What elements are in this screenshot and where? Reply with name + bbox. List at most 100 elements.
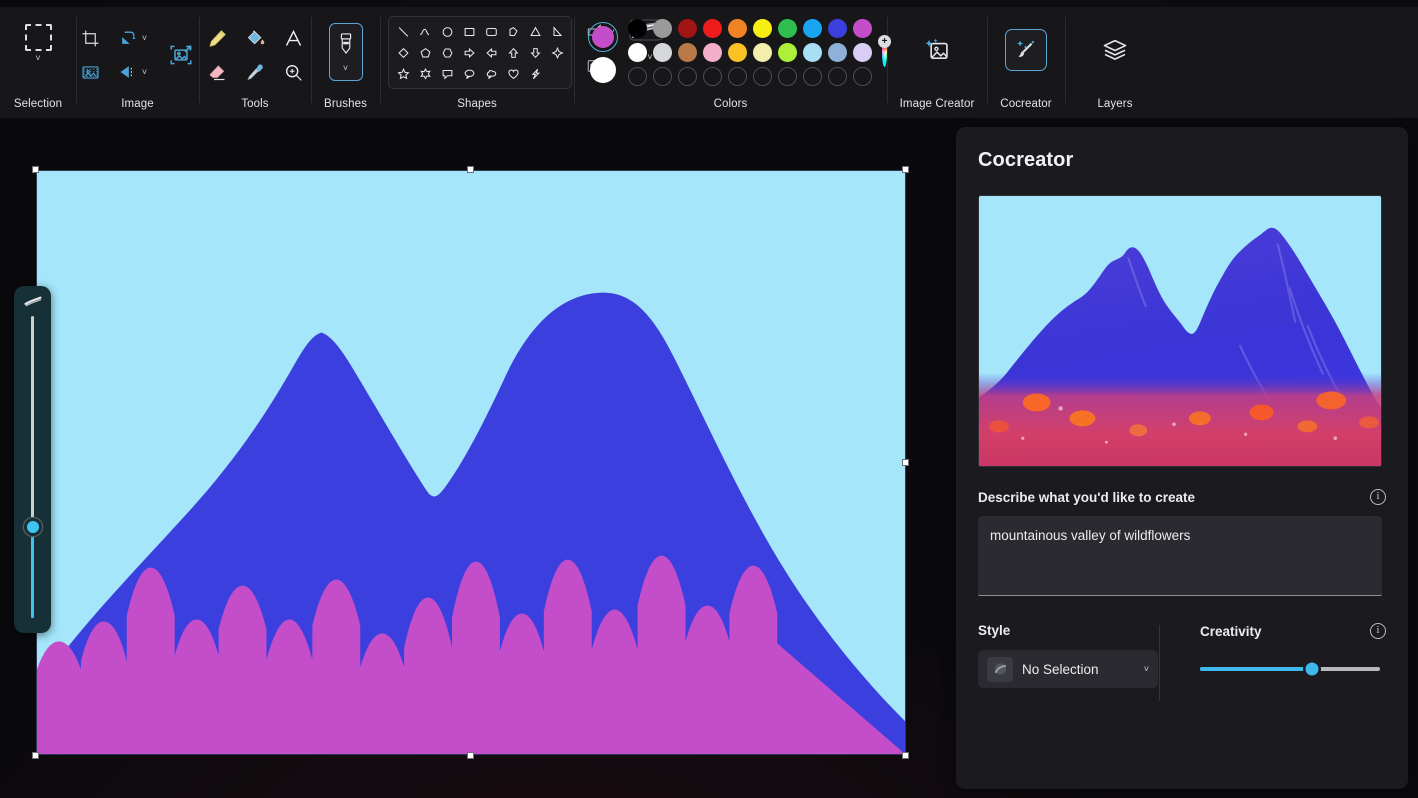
oval-callout-shape[interactable] <box>458 63 480 84</box>
polygon-shape[interactable] <box>502 21 524 42</box>
four-point-star-shape[interactable] <box>546 42 568 63</box>
prompt-info-icon[interactable]: i <box>1370 489 1386 505</box>
oval-shape[interactable] <box>436 21 458 42</box>
triangle-shape[interactable] <box>524 21 546 42</box>
five-point-star-shape[interactable] <box>392 63 414 84</box>
right-arrow-shape[interactable] <box>458 42 480 63</box>
color-swatch[interactable] <box>728 43 747 62</box>
selection-handle-n[interactable] <box>467 166 474 173</box>
prompt-input[interactable] <box>978 516 1382 596</box>
left-arrow-shape[interactable] <box>480 42 502 63</box>
curve-shape[interactable] <box>414 21 436 42</box>
selection-handle-s[interactable] <box>467 752 474 759</box>
color-swatch[interactable] <box>753 19 772 38</box>
fill-bucket-icon[interactable] <box>236 21 274 55</box>
cocreator-button[interactable] <box>1005 29 1047 71</box>
cocreator-preview-image[interactable] <box>978 195 1382 467</box>
heart-shape[interactable] <box>502 63 524 84</box>
chevron-down-icon[interactable]: ˅ <box>142 67 147 77</box>
lightning-shape[interactable] <box>524 63 546 84</box>
ribbon-group-image: ˅ ˅ Image <box>76 7 199 118</box>
selection-handle-nw[interactable] <box>32 166 39 173</box>
rotate-button[interactable]: ˅ <box>108 22 158 54</box>
rectangular-callout-shape[interactable] <box>436 63 458 84</box>
color-swatch[interactable] <box>828 19 847 38</box>
color-swatch[interactable] <box>853 43 872 62</box>
pencil-icon[interactable] <box>198 21 236 55</box>
brush-size-slider[interactable] <box>14 286 51 633</box>
color-swatch[interactable] <box>628 19 647 38</box>
down-arrow-shape[interactable] <box>524 42 546 63</box>
cloud-callout-shape[interactable] <box>480 63 502 84</box>
custom-color-slot[interactable] <box>828 67 847 86</box>
magnifier-icon[interactable] <box>274 55 312 89</box>
eraser-icon[interactable] <box>198 55 236 89</box>
brushes-button[interactable]: ˅ <box>328 23 363 81</box>
color-swatch[interactable] <box>653 19 672 38</box>
creativity-thumb[interactable] <box>1305 662 1319 676</box>
selection-handle-ne[interactable] <box>902 166 909 173</box>
brush-size-thumb[interactable] <box>26 521 39 534</box>
diamond-shape[interactable] <box>392 42 414 63</box>
crop-icon[interactable] <box>74 22 108 54</box>
chevron-down-icon[interactable]: ˅ <box>343 64 348 73</box>
color-swatch[interactable] <box>628 43 647 62</box>
up-arrow-shape[interactable] <box>502 42 524 63</box>
generated-landscape-artwork <box>979 196 1381 466</box>
color-swatch[interactable] <box>678 19 697 38</box>
layers-button[interactable] <box>1094 29 1136 71</box>
color-swatch[interactable] <box>753 43 772 62</box>
custom-color-slot[interactable] <box>803 67 822 86</box>
pentagon-shape[interactable] <box>414 42 436 63</box>
resize-image-icon[interactable] <box>160 34 202 76</box>
rounded-rectangle-shape[interactable] <box>480 21 502 42</box>
ribbon-group-label-colors: Colors <box>713 98 748 110</box>
color-swatch[interactable] <box>803 19 822 38</box>
style-value: No Selection <box>1022 661 1099 677</box>
color-swatch[interactable] <box>703 19 722 38</box>
selection-handle-sw[interactable] <box>32 752 39 759</box>
selection-handle-e[interactable] <box>902 459 909 466</box>
custom-color-slot[interactable] <box>628 67 647 86</box>
marker-brush-icon <box>340 33 351 55</box>
custom-color-slot[interactable] <box>653 67 672 86</box>
primary-color-swatch[interactable] <box>588 22 618 52</box>
color-swatch[interactable] <box>828 43 847 62</box>
custom-color-slot[interactable] <box>728 67 747 86</box>
color-swatch[interactable] <box>703 43 722 62</box>
creativity-info-icon[interactable]: i <box>1370 623 1386 639</box>
custom-color-slot[interactable] <box>853 67 872 86</box>
color-swatch[interactable] <box>778 19 797 38</box>
creativity-slider[interactable] <box>1200 662 1380 676</box>
custom-color-slot[interactable] <box>678 67 697 86</box>
flip-button[interactable]: ˅ <box>108 56 158 88</box>
text-icon[interactable] <box>274 21 312 55</box>
color-swatch[interactable] <box>803 43 822 62</box>
line-shape[interactable] <box>392 21 414 42</box>
brush-size-track[interactable] <box>26 316 39 618</box>
selection-handle-se[interactable] <box>902 752 909 759</box>
rectangular-selection-tool[interactable]: ˅ <box>15 21 61 65</box>
remove-background-icon[interactable] <box>74 56 108 88</box>
custom-color-slot[interactable] <box>703 67 722 86</box>
chevron-down-icon[interactable]: ˅ <box>142 33 147 43</box>
color-swatch[interactable] <box>728 19 747 38</box>
custom-color-slot[interactable] <box>753 67 772 86</box>
rectangle-shape[interactable] <box>458 21 480 42</box>
color-swatch[interactable] <box>778 43 797 62</box>
ribbon-group-label-tools: Tools <box>241 98 269 110</box>
chevron-down-icon[interactable]: ˅ <box>35 53 40 63</box>
right-triangle-shape[interactable] <box>546 21 568 42</box>
secondary-color-swatch[interactable] <box>590 57 616 83</box>
color-swatch[interactable] <box>653 43 672 62</box>
six-point-star-shape[interactable] <box>414 63 436 84</box>
image-creator-button[interactable] <box>916 29 958 71</box>
eyedropper-icon[interactable] <box>236 55 274 89</box>
hexagon-shape[interactable] <box>436 42 458 63</box>
ribbon-group-selection: ˅ Selection <box>0 7 76 118</box>
drawing-canvas[interactable] <box>36 170 906 755</box>
style-dropdown[interactable]: No Selection ˅ <box>978 650 1158 688</box>
color-swatch[interactable] <box>678 43 697 62</box>
color-swatch[interactable] <box>853 19 872 38</box>
custom-color-slot[interactable] <box>778 67 797 86</box>
